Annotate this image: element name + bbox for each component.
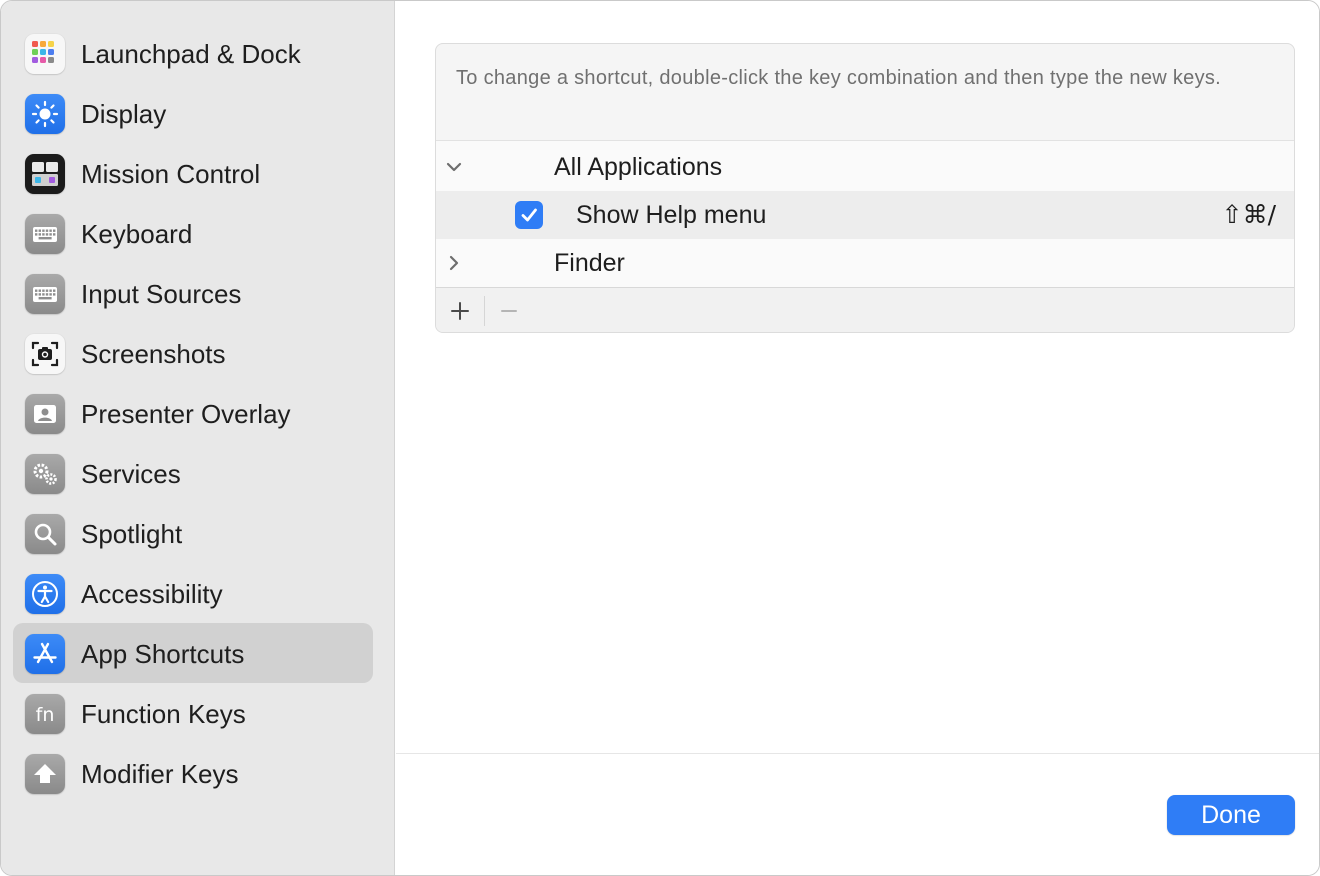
- sidebar-item-display[interactable]: Display: [13, 83, 373, 143]
- function-keys-icon: fn: [25, 694, 65, 734]
- group-label: Finder: [554, 249, 625, 277]
- add-button[interactable]: [444, 295, 476, 327]
- chevron-right-icon[interactable]: [442, 251, 466, 275]
- sidebar-item-keyboard[interactable]: Keyboard: [13, 203, 373, 263]
- sidebar-item-input-sources[interactable]: Input Sources: [13, 263, 373, 323]
- sidebar-item-label: Launchpad & Dock: [81, 39, 301, 69]
- sidebar-item-modifier-keys[interactable]: Modifier Keys: [13, 743, 373, 803]
- sidebar-item-function-keys[interactable]: fn Function Keys: [13, 683, 373, 743]
- modifier-keys-icon: [25, 754, 65, 794]
- chevron-down-icon[interactable]: [442, 155, 466, 179]
- list-toolbar: [436, 288, 1294, 332]
- mission-control-icon: [25, 154, 65, 194]
- presenter-overlay-icon: [25, 394, 65, 434]
- shortcuts-panel: To change a shortcut, double-click the k…: [435, 43, 1295, 333]
- input-sources-icon: [25, 274, 65, 314]
- screenshots-icon: [25, 334, 65, 374]
- sidebar-item-label: Screenshots: [81, 339, 226, 369]
- toolbar-divider: [484, 296, 485, 326]
- group-label: All Applications: [554, 153, 723, 181]
- shortcuts-list: All Applications Show Help menu ⇧⌘/ Find…: [436, 140, 1294, 288]
- accessibility-icon: [25, 574, 65, 614]
- sidebar-item-accessibility[interactable]: Accessibility: [13, 563, 373, 623]
- group-row-finder[interactable]: Finder: [436, 239, 1294, 287]
- sidebar-item-label: Modifier Keys: [81, 759, 239, 789]
- sidebar-item-label: Input Sources: [81, 279, 242, 309]
- sidebar-item-label: Accessibility: [81, 579, 223, 609]
- sidebar-item-launchpad-dock[interactable]: Launchpad & Dock: [13, 23, 373, 83]
- keyboard-icon: [25, 214, 65, 254]
- svg-text:fn: fn: [36, 704, 55, 726]
- app-shortcuts-icon: [25, 634, 65, 674]
- sidebar-item-screenshots[interactable]: Screenshots: [13, 323, 373, 383]
- keyboard-shortcuts-window: Launchpad & Dock Display Mission Control…: [0, 0, 1320, 876]
- spotlight-icon: [25, 514, 65, 554]
- group-row-all-applications[interactable]: All Applications: [436, 143, 1294, 191]
- sidebar-item-label: Function Keys: [81, 699, 246, 729]
- display-icon: [25, 94, 65, 134]
- main-content: To change a shortcut, double-click the k…: [396, 1, 1319, 875]
- instruction-text: To change a shortcut, double-click the k…: [456, 67, 1222, 89]
- shortcut-enabled-checkbox[interactable]: [515, 201, 543, 229]
- sidebar-item-label: Services: [81, 459, 181, 489]
- sidebar-item-spotlight[interactable]: Spotlight: [13, 503, 373, 563]
- shortcut-label: Show Help menu: [576, 201, 767, 229]
- sidebar-item-mission-control[interactable]: Mission Control: [13, 143, 373, 203]
- sidebar: Launchpad & Dock Display Mission Control…: [1, 1, 395, 875]
- shortcut-keys[interactable]: ⇧⌘/: [1222, 200, 1276, 230]
- shortcut-row[interactable]: Show Help menu ⇧⌘/: [436, 191, 1294, 239]
- sidebar-item-label: Mission Control: [81, 159, 261, 189]
- sidebar-item-label: App Shortcuts: [81, 639, 245, 669]
- sidebar-item-label: Spotlight: [81, 519, 183, 549]
- sidebar-item-label: Keyboard: [81, 219, 193, 249]
- done-button[interactable]: Done: [1167, 795, 1295, 835]
- footer-divider: [396, 753, 1319, 754]
- remove-button[interactable]: [493, 295, 525, 327]
- sidebar-item-label: Display: [81, 99, 167, 129]
- sidebar-item-label: Presenter Overlay: [81, 399, 291, 429]
- sidebar-item-services[interactable]: Services: [13, 443, 373, 503]
- sidebar-item-presenter-overlay[interactable]: Presenter Overlay: [13, 383, 373, 443]
- services-icon: [25, 454, 65, 494]
- sidebar-item-app-shortcuts[interactable]: App Shortcuts: [13, 623, 373, 683]
- launchpad-icon: [25, 34, 65, 74]
